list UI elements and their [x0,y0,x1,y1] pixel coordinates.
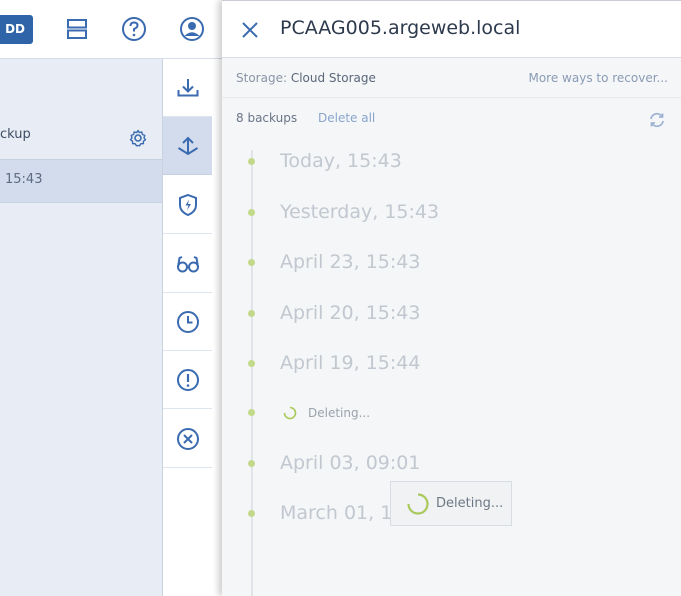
timeline-dot [248,510,255,517]
cancel-icon [176,427,199,450]
help-icon[interactable] [121,16,147,42]
plan-name[interactable]: ckup [0,127,31,142]
refresh-icon[interactable] [647,110,667,130]
backup-item[interactable]: April 03, 09:01 [280,452,420,474]
top-bar: DD [0,0,222,59]
storage-value: Cloud Storage [290,71,376,85]
layout-icon[interactable] [64,16,90,42]
clock-icon [176,310,199,333]
backup-details-panel: PCAAG005.argeweb.local Storage: Cloud St… [222,0,681,596]
shield-icon [178,193,197,216]
account-icon[interactable] [179,16,205,42]
deleting-overlay: Deleting... [390,481,512,526]
alert-icon [176,368,199,391]
timeline-dot [248,409,255,416]
backup-action[interactable] [163,117,212,175]
panel-header: PCAAG005.argeweb.local [222,0,681,58]
storage-label: Storage: [236,71,287,85]
backup-item[interactable]: Today, 15:43 [280,150,402,172]
download-icon [177,78,198,96]
timeline-dot [248,259,255,266]
selected-device-time: 15:43 [5,172,43,187]
backup-item-deleting: Deleting... [308,406,371,420]
schedule-action[interactable] [163,293,212,351]
action-strip [163,59,220,596]
spinner-icon [407,492,429,515]
panel-title: PCAAG005.argeweb.local [280,17,521,39]
timeline-line [251,150,253,596]
recover-action[interactable] [163,59,212,117]
timeline-dot [248,460,255,467]
add-button[interactable]: DD [0,15,33,44]
upload-icon [177,136,198,155]
backup-item[interactable]: Yesterday, 15:43 [280,201,439,223]
storage-info: Storage: Cloud Storage [236,71,376,85]
timeline-dot [248,158,255,165]
backup-item[interactable]: April 23, 15:43 [280,251,420,273]
timeline-dot [248,360,255,367]
timeline-dot [248,209,255,216]
backup-item[interactable]: April 19, 15:44 [280,352,420,374]
protect-action[interactable] [163,176,212,234]
backup-count: 8 backups [236,111,298,125]
more-ways-link[interactable]: More ways to recover... [528,71,668,85]
delete-action[interactable] [163,410,212,468]
glasses-icon [176,255,199,272]
divider [222,97,681,98]
spinner-icon [283,406,297,420]
backup-item[interactable]: April 20, 15:43 [280,302,420,324]
view-action[interactable] [163,235,212,293]
deleting-text: Deleting... [436,496,504,511]
timeline-dot [248,310,255,317]
alerts-action[interactable] [163,351,212,409]
delete-all-link[interactable]: Delete all [318,111,375,125]
close-icon[interactable] [240,20,260,40]
gear-icon[interactable] [128,128,148,148]
